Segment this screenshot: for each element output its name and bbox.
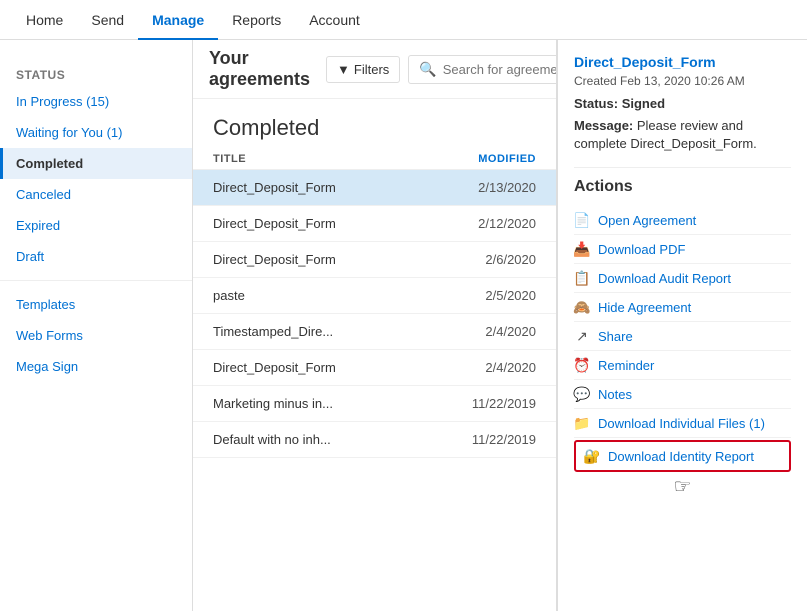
table-row[interactable]: Marketing minus in... 11/22/2019 (193, 386, 556, 422)
sidebar-item-expired[interactable]: Expired (0, 210, 192, 241)
nav-item-send[interactable]: Send (77, 0, 138, 40)
sidebar-divider (0, 280, 192, 281)
row-modified: 2/4/2020 (446, 324, 536, 339)
action-notes[interactable]: 💬 Notes (574, 380, 791, 409)
row-title: Marketing minus in... (213, 396, 446, 411)
row-title: Timestamped_Dire... (213, 324, 446, 339)
col-title-header: TITLE (213, 153, 446, 165)
action-hide-agreement-label: Hide Agreement (598, 300, 691, 315)
table-header: TITLE MODIFIED (193, 149, 556, 170)
notes-icon: 💬 (574, 386, 590, 402)
row-modified: 2/13/2020 (446, 180, 536, 195)
action-download-pdf[interactable]: 📥 Download PDF (574, 235, 791, 264)
agreement-list: Your agreements ▼ Filters 🔍 Completed TI… (193, 40, 557, 611)
share-icon: ↗ (574, 328, 590, 344)
row-title: Direct_Deposit_Form (213, 180, 446, 195)
panel-message-label: Message: (574, 118, 633, 133)
row-title: paste (213, 288, 446, 303)
cursor-indicator: ☞ (574, 474, 791, 499)
filters-button[interactable]: ▼ Filters (326, 56, 400, 83)
actions-title: Actions (574, 178, 791, 196)
filter-icon: ▼ (337, 62, 350, 77)
table-row[interactable]: Direct_Deposit_Form 2/6/2020 (193, 242, 556, 278)
sidebar-item-canceled[interactable]: Canceled (0, 179, 192, 210)
panel-status-value: Signed (622, 96, 665, 111)
table-row[interactable]: Direct_Deposit_Form 2/13/2020 (193, 170, 556, 206)
download-individual-icon: 📁 (574, 415, 590, 431)
list-header: Your agreements ▼ Filters 🔍 (193, 40, 556, 99)
table-row[interactable]: Timestamped_Dire... 2/4/2020 (193, 314, 556, 350)
sidebar-item-mega-sign[interactable]: Mega Sign (0, 351, 192, 382)
panel-message: Message: Please review and complete Dire… (574, 117, 791, 153)
nav-item-home[interactable]: Home (12, 0, 77, 40)
panel-divider (574, 167, 791, 168)
download-audit-icon: 📋 (574, 270, 590, 286)
panel-doc-title: Direct_Deposit_Form (574, 54, 791, 70)
filters-label: Filters (354, 62, 389, 77)
row-modified: 2/4/2020 (446, 360, 536, 375)
sidebar: STATUS In Progress (15) Waiting for You … (0, 40, 193, 611)
main-container: STATUS In Progress (15) Waiting for You … (0, 40, 807, 611)
action-download-individual-label: Download Individual Files (1) (598, 416, 765, 431)
sidebar-item-completed[interactable]: Completed (0, 148, 192, 179)
sidebar-item-in-progress[interactable]: In Progress (15) (0, 86, 192, 117)
row-title: Direct_Deposit_Form (213, 216, 446, 231)
action-notes-label: Notes (598, 387, 632, 402)
panel-status-label: Status: (574, 96, 618, 111)
download-pdf-icon: 📥 (574, 241, 590, 257)
open-agreement-icon: 📄 (574, 212, 590, 228)
action-hide-agreement[interactable]: 🙈 Hide Agreement (574, 293, 791, 322)
sidebar-item-waiting[interactable]: Waiting for You (1) (0, 117, 192, 148)
your-agreements-label: Your agreements (209, 48, 310, 90)
action-reminder-label: Reminder (598, 358, 654, 373)
action-open-agreement-label: Open Agreement (598, 213, 696, 228)
row-title: Direct_Deposit_Form (213, 360, 446, 375)
hide-agreement-icon: 🙈 (574, 299, 590, 315)
reminder-icon: ⏰ (574, 357, 590, 373)
table-row[interactable]: Direct_Deposit_Form 2/12/2020 (193, 206, 556, 242)
table-row[interactable]: Default with no inh... 11/22/2019 (193, 422, 556, 458)
action-download-identity-label: Download Identity Report (608, 449, 754, 464)
content-area: Your agreements ▼ Filters 🔍 Completed TI… (193, 40, 807, 611)
action-download-audit[interactable]: 📋 Download Audit Report (574, 264, 791, 293)
action-download-pdf-label: Download PDF (598, 242, 685, 257)
right-panel: Direct_Deposit_Form Created Feb 13, 2020… (557, 40, 807, 611)
nav-item-reports[interactable]: Reports (218, 0, 295, 40)
table-row[interactable]: Direct_Deposit_Form 2/4/2020 (193, 350, 556, 386)
panel-status: Status: Signed (574, 96, 791, 111)
row-modified: 2/5/2020 (446, 288, 536, 303)
action-download-individual[interactable]: 📁 Download Individual Files (1) (574, 409, 791, 438)
top-navigation: Home Send Manage Reports Account (0, 0, 807, 40)
sidebar-item-draft[interactable]: Draft (0, 241, 192, 272)
action-reminder[interactable]: ⏰ Reminder (574, 351, 791, 380)
row-title: Direct_Deposit_Form (213, 252, 446, 267)
nav-item-account[interactable]: Account (295, 0, 374, 40)
status-section-header: STATUS (0, 52, 192, 86)
panel-created: Created Feb 13, 2020 10:26 AM (574, 74, 791, 88)
nav-item-manage[interactable]: Manage (138, 0, 218, 40)
action-open-agreement[interactable]: 📄 Open Agreement (574, 206, 791, 235)
section-title: Completed (193, 99, 556, 149)
search-box: 🔍 (408, 55, 557, 84)
action-download-identity[interactable]: 🔐 Download Identity Report (574, 440, 791, 472)
sidebar-item-web-forms[interactable]: Web Forms (0, 320, 192, 351)
download-identity-icon: 🔐 (584, 448, 600, 464)
action-download-audit-label: Download Audit Report (598, 271, 731, 286)
table-row[interactable]: paste 2/5/2020 (193, 278, 556, 314)
row-modified: 2/12/2020 (446, 216, 536, 231)
sidebar-item-templates[interactable]: Templates (0, 289, 192, 320)
row-modified: 11/22/2019 (446, 432, 536, 447)
row-title: Default with no inh... (213, 432, 446, 447)
search-input[interactable] (443, 62, 557, 77)
search-icon: 🔍 (419, 61, 436, 78)
action-share-label: Share (598, 329, 633, 344)
row-modified: 11/22/2019 (446, 396, 536, 411)
action-share[interactable]: ↗ Share (574, 322, 791, 351)
row-modified: 2/6/2020 (446, 252, 536, 267)
col-modified-header: MODIFIED (446, 153, 536, 165)
